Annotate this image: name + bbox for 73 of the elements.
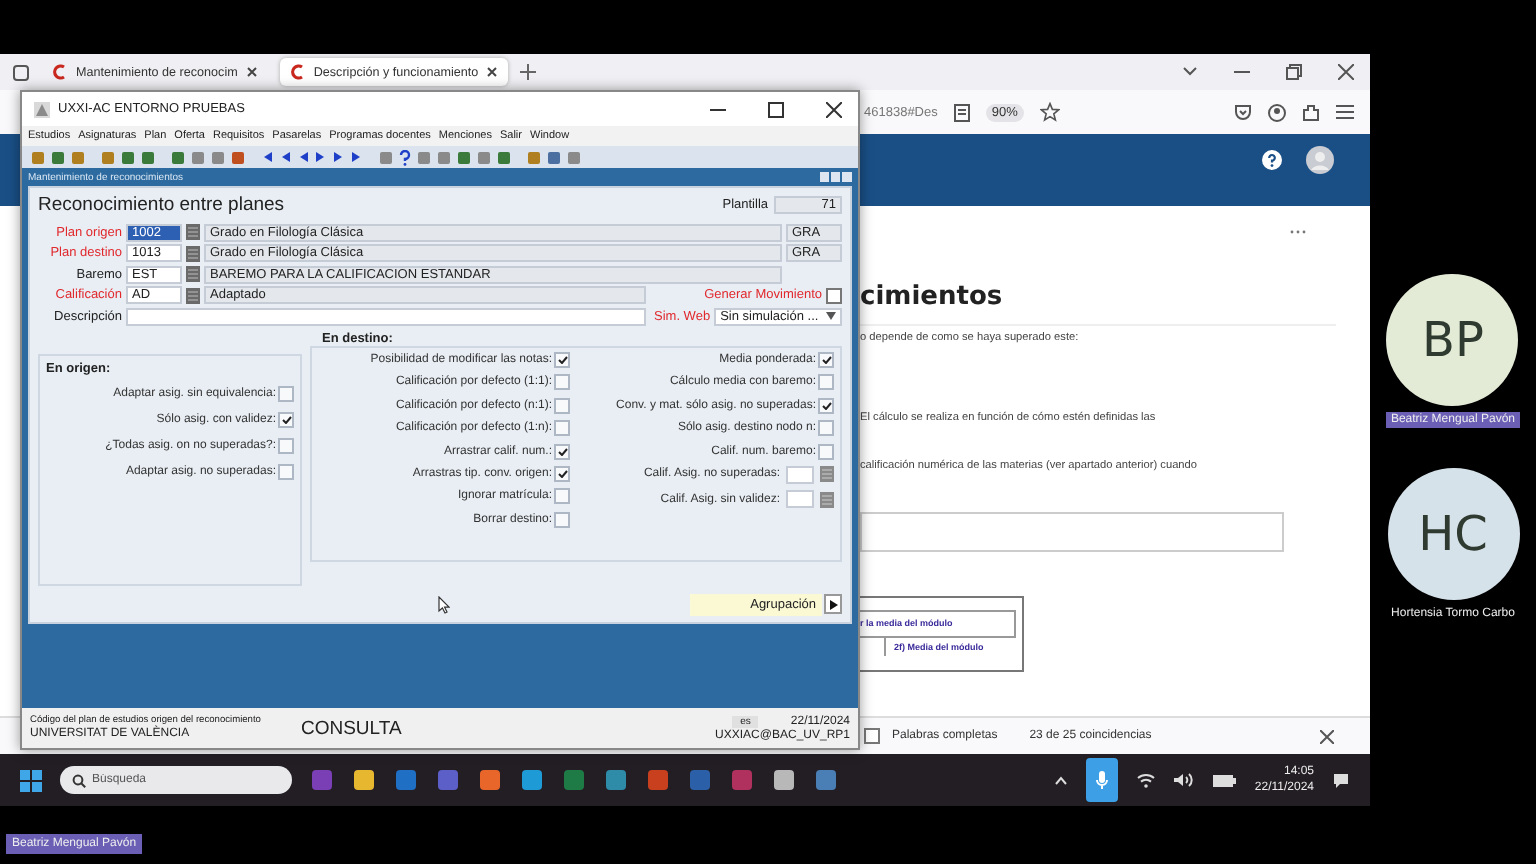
close-icon[interactable] xyxy=(245,66,258,78)
pocket-icon[interactable] xyxy=(1234,103,1252,121)
account-icon[interactable] xyxy=(1268,103,1286,121)
checkbox[interactable] xyxy=(818,420,834,437)
microphone-button[interactable] xyxy=(1086,758,1119,802)
close-icon[interactable] xyxy=(1338,64,1354,80)
mouse-cursor-icon xyxy=(438,595,450,613)
checkbox[interactable] xyxy=(554,511,570,528)
notification-icon[interactable] xyxy=(1332,771,1350,789)
close-icon[interactable] xyxy=(1320,729,1334,743)
checkbox[interactable] xyxy=(818,443,834,460)
reader-view-icon[interactable] xyxy=(953,103,970,121)
description-input[interactable] xyxy=(126,307,646,325)
app-icon[interactable] xyxy=(604,768,628,792)
list-icon[interactable] xyxy=(186,287,200,303)
site-logo-icon xyxy=(289,64,306,80)
battery-icon[interactable] xyxy=(1212,773,1237,787)
restore-icon[interactable] xyxy=(1286,64,1302,80)
app-icon[interactable] xyxy=(814,768,838,792)
chevron-up-icon[interactable] xyxy=(1054,775,1069,785)
checkbox[interactable] xyxy=(554,488,570,505)
app-icon[interactable] xyxy=(520,768,544,792)
generate-movement-checkbox[interactable] xyxy=(826,287,842,303)
checkbox[interactable] xyxy=(818,352,834,368)
microphone-icon xyxy=(1096,770,1109,790)
mode-indicator: CONSULTA xyxy=(300,717,402,739)
speaker-icon[interactable] xyxy=(1174,772,1195,788)
grade-field[interactable] xyxy=(786,465,814,484)
checkbox[interactable] xyxy=(818,397,834,414)
form-title: Reconocimiento entre planes xyxy=(38,194,285,216)
play-icon xyxy=(829,599,837,609)
menu-icon[interactable] xyxy=(1336,104,1354,120)
search-icon xyxy=(72,773,86,787)
checkbox[interactable] xyxy=(554,420,570,437)
app-icon[interactable] xyxy=(352,768,376,792)
wifi-icon[interactable] xyxy=(1136,772,1157,788)
close-icon[interactable] xyxy=(826,101,842,117)
whole-words-checkbox[interactable] xyxy=(864,728,880,744)
checkbox[interactable] xyxy=(554,465,570,482)
site-logo-icon xyxy=(52,64,68,80)
app-icon[interactable] xyxy=(772,768,796,792)
star-icon[interactable] xyxy=(1039,102,1060,122)
chevron-down-icon[interactable] xyxy=(1182,66,1198,78)
avatar-icon[interactable] xyxy=(1306,146,1334,174)
dropdown-arrow-icon xyxy=(826,312,836,320)
tab-list-icon[interactable] xyxy=(12,63,30,81)
participant-avatar: HC xyxy=(1387,468,1519,600)
new-tab-icon[interactable] xyxy=(520,64,537,80)
list-icon[interactable] xyxy=(820,466,834,483)
app-logo-icon xyxy=(34,101,50,117)
windows-logo-icon[interactable] xyxy=(20,769,42,791)
checkbox[interactable] xyxy=(278,464,294,480)
checkbox[interactable] xyxy=(278,412,294,428)
app-icon[interactable] xyxy=(478,768,502,792)
list-icon[interactable] xyxy=(820,491,834,508)
checkbox[interactable] xyxy=(818,374,834,391)
help-icon[interactable] xyxy=(1262,150,1282,170)
extensions-icon[interactable] xyxy=(1302,103,1320,121)
checkbox[interactable] xyxy=(554,443,570,460)
page-heading: cimientos xyxy=(860,282,1336,326)
checkbox[interactable] xyxy=(554,374,570,391)
maximize-icon[interactable] xyxy=(768,101,784,117)
checkbox[interactable] xyxy=(554,352,570,368)
list-icon[interactable] xyxy=(186,245,200,261)
play-button[interactable] xyxy=(824,594,842,614)
close-icon[interactable] xyxy=(486,66,499,78)
checkbox[interactable] xyxy=(278,386,294,402)
checkbox[interactable] xyxy=(278,438,294,454)
participant-avatar: BP xyxy=(1386,274,1519,406)
help-icon[interactable] xyxy=(398,149,412,165)
window-controls-icon[interactable] xyxy=(820,172,852,182)
grade-field[interactable] xyxy=(786,490,814,509)
checkbox[interactable] xyxy=(554,397,570,414)
